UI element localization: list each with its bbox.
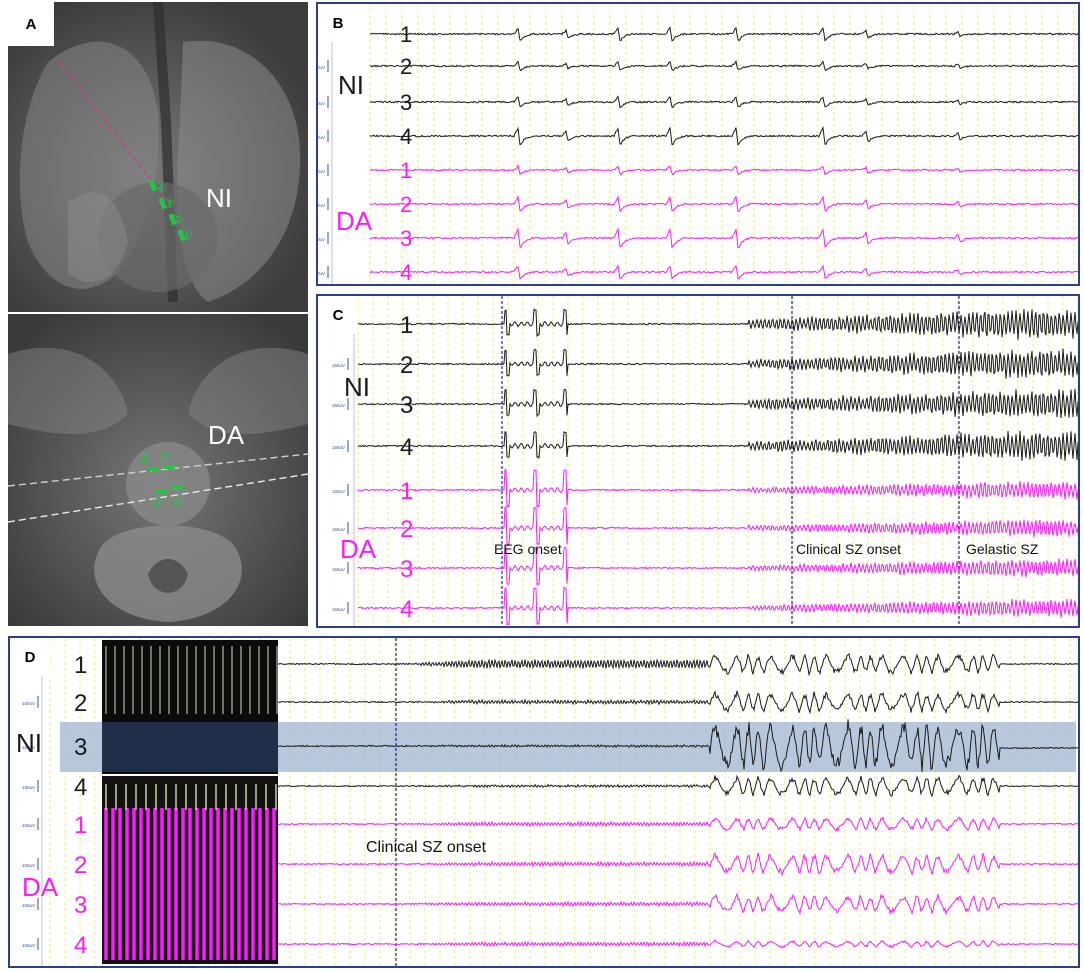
contact-label: ③	[151, 495, 164, 511]
channel-number-label: 1	[400, 312, 413, 339]
contact-label: ④	[155, 181, 167, 196]
scale-label: 150uV	[22, 903, 35, 908]
electrode-group-label: DA	[340, 534, 377, 564]
scale-label: 150uV	[22, 823, 35, 828]
eeg-trace	[370, 96, 1078, 107]
scale-label: 150uV	[332, 527, 345, 532]
contact-label: ①	[138, 451, 151, 467]
annotation-label: Clinical SZ onset	[366, 839, 487, 856]
scale-label: 150uV	[332, 607, 345, 612]
scale-label: 150uV	[22, 943, 35, 948]
eeg-trace	[370, 266, 1078, 279]
scale-label: 150uV	[318, 101, 325, 106]
channel-number-label: 4	[400, 434, 413, 461]
channel-number-label: 2	[400, 54, 412, 79]
eeg-trace	[370, 197, 1078, 212]
eeg-trace	[278, 776, 1078, 797]
scale-label: 150uV	[318, 65, 325, 70]
channel-number-label: 3	[400, 392, 413, 419]
eeg-trace	[278, 940, 1078, 948]
channel-number-label: 2	[400, 516, 413, 543]
scale-label: 150uV	[318, 203, 325, 208]
contact-label: ④	[171, 495, 184, 511]
electrode-group-label: NI	[16, 728, 42, 758]
mri-top-image: ④ ③ ② ① NI	[8, 2, 308, 312]
scale-label: 150uV	[332, 489, 345, 494]
scale-label: 150uV	[318, 169, 325, 174]
eeg-trace	[370, 229, 1078, 248]
structure-label-da: DA	[208, 420, 245, 450]
scale-label: 150uV	[22, 863, 35, 868]
eeg-trace	[278, 817, 1078, 831]
panel-d-eeg: 150uV150uV150uV150uV150uV150uV150uV12341…	[8, 636, 1080, 968]
eeg-trace	[278, 894, 1078, 914]
contact-label: ②	[158, 450, 171, 466]
channel-number-label: 1	[74, 812, 87, 839]
eeg-trace	[370, 128, 1078, 145]
panel-label-b: B	[318, 4, 358, 42]
panel-label-d: D	[10, 638, 50, 676]
channel-number-label: 4	[74, 932, 87, 959]
electrode-group-label: NI	[344, 372, 370, 402]
panel-label-a: A	[8, 2, 54, 46]
eeg-trace	[278, 853, 1078, 875]
artifact-block-band	[102, 722, 278, 772]
scale-label: 150uV	[22, 701, 35, 706]
annotation-label: EEG onset	[494, 541, 562, 557]
eeg-trace	[278, 654, 1078, 675]
scale-label: 150uV	[332, 445, 345, 450]
electrode-group-label: DA	[336, 206, 373, 236]
scale-label: 150uV	[318, 271, 325, 276]
channel-number-label: 3	[74, 892, 87, 919]
panel-b-eeg: 150uV 150uV 150uV 150uV 150uV 150uV 150uV 1 2 3 4 1…	[316, 2, 1080, 286]
eeg-trace	[370, 28, 1078, 41]
eeg-trace	[370, 165, 1078, 174]
channel-number-label: 4	[74, 774, 87, 801]
channel-number-label: 1	[400, 158, 412, 183]
mri-bottom-image: ① ② ③ ④ DA	[8, 314, 308, 626]
channel-number-label: 1	[400, 22, 412, 47]
channel-number-label: 4	[400, 596, 413, 623]
eeg-traces-d: 150uV150uV150uV150uV150uV150uV150uV12341…	[10, 638, 1078, 966]
scale-label: 150uV	[22, 785, 35, 790]
scale-label: 150uV	[332, 403, 345, 408]
channel-number-label: 3	[400, 226, 412, 251]
scale-label: 150uV	[332, 363, 345, 368]
contact-label: ③	[163, 197, 175, 212]
contact-label: ②	[172, 213, 184, 228]
channel-number-label: 2	[400, 352, 413, 379]
panel-a-mri-top: ④ ③ ② ① NI A	[8, 2, 308, 312]
channel-number-label: 2	[74, 852, 87, 879]
scale-label: 150uV	[332, 567, 345, 572]
structure-label-ni: NI	[206, 183, 232, 213]
channel-number-label: 4	[400, 260, 412, 284]
eeg-traces-b: 150uV 150uV 150uV 150uV 150uV 150uV 150uV 1 2 3 4 1…	[318, 4, 1078, 284]
channel-number-label: 1	[400, 478, 413, 505]
channel-number-label: 3	[400, 90, 412, 115]
eeg-traces-c: 150uV 150uV 150uV 150uV 150uV 150uV 150uV 1 2 3 4 1…	[318, 296, 1078, 626]
electrode-group-label: NI	[338, 70, 364, 100]
electrode-group-label: DA	[22, 872, 59, 902]
scale-label: 150uV	[318, 237, 325, 242]
channel-number-label: 3	[74, 734, 87, 761]
channel-number-label: 2	[74, 690, 87, 717]
eeg-trace	[358, 309, 1078, 340]
eeg-trace	[278, 691, 1078, 713]
panel-a-mri-bottom: ① ② ③ ④ DA	[8, 314, 308, 626]
eeg-trace	[370, 61, 1078, 70]
channel-number-label: 2	[400, 192, 412, 217]
scale-label: 150uV	[318, 135, 325, 140]
contact-label: ①	[181, 229, 193, 244]
panel-c-eeg: 150uV 150uV 150uV 150uV 150uV 150uV 150uV 1 2 3 4 1…	[316, 294, 1080, 628]
channel-number-label: 4	[400, 124, 412, 149]
annotation-label: Gelastic SZ	[966, 541, 1039, 557]
annotation-label: Clinical SZ onset	[796, 541, 901, 557]
panel-label-c: C	[318, 296, 358, 334]
channel-number-label: 3	[400, 556, 413, 583]
channel-number-label: 1	[74, 652, 87, 679]
